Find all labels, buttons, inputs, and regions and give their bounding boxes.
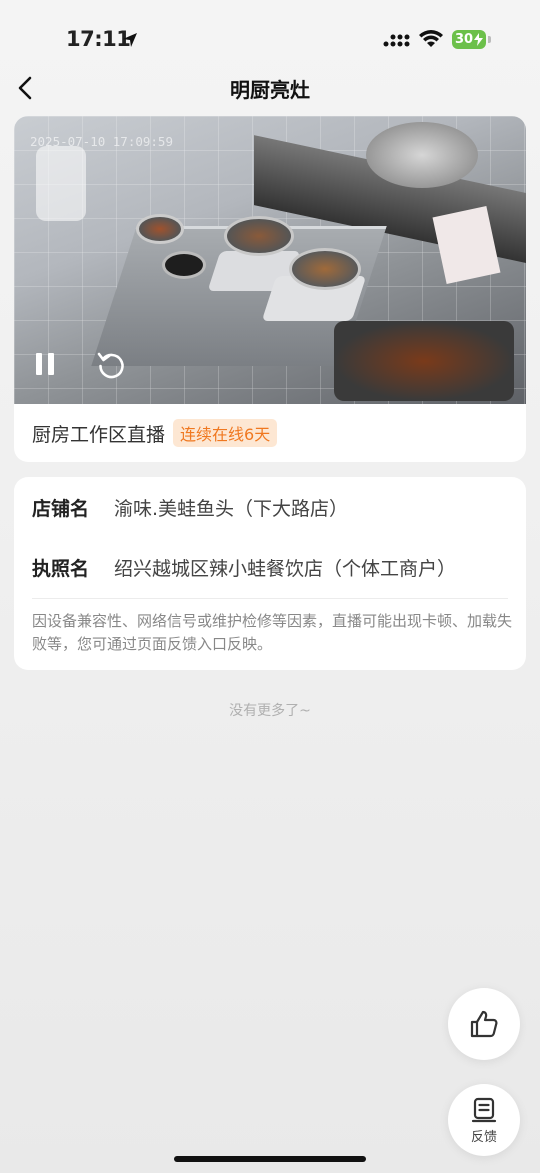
status-bar: 17:11 30 (0, 0, 540, 70)
video-scene-bags (36, 146, 86, 221)
store-name-row: 店铺名 渝味.美蛙鱼头（下大路店） (32, 492, 348, 522)
battery-level: 30 (455, 32, 474, 47)
video-scene-lid (366, 122, 478, 188)
notice-text: 因设备兼容性、网络信号或维护检修等因素，直播可能出现卡顿、加载失败等，您可通过页… (32, 612, 513, 653)
live-video-player[interactable]: 2025-07-10 17:09:59 (14, 116, 526, 404)
store-info-card: 店铺名 渝味.美蛙鱼头（下大路店） 执照名 绍兴越城区辣小蛙餐饮店（个体工商户）… (14, 477, 526, 670)
store-name-value: 渝味.美蛙鱼头（下大路店） (114, 497, 349, 520)
like-button[interactable] (448, 988, 520, 1060)
feedback-label: 反馈 (470, 1129, 497, 1145)
video-scene-tray (334, 321, 514, 401)
pause-icon[interactable] (34, 352, 56, 376)
home-indicator (174, 1156, 366, 1162)
nav-bar: 明厨亮灶 (0, 68, 540, 108)
license-name-row: 执照名 绍兴越城区辣小蛙餐饮店（个体工商户） (32, 552, 456, 582)
video-scene-bowl (162, 251, 206, 279)
live-video-card: 2025-07-10 17:09:59 厨房工作区直播 连续在线6天 (14, 116, 526, 462)
license-name-value: 绍兴越城区辣小蛙餐饮店（个体工商户） (114, 557, 457, 580)
divider (32, 598, 508, 599)
online-days-badge: 连续在线6天 (173, 419, 278, 447)
video-scene-bowl (136, 214, 184, 244)
no-more-text: 没有更多了~ (229, 703, 311, 719)
wifi-icon (419, 30, 443, 47)
cellular-signal-icon (383, 34, 410, 47)
location-arrow-icon (123, 33, 137, 47)
video-scene-wok (289, 248, 361, 290)
replay-icon[interactable] (96, 350, 126, 380)
battery-cap (488, 36, 491, 43)
thumbs-up-icon (470, 1010, 498, 1038)
store-name-key: 店铺名 (32, 497, 90, 520)
page-title: 明厨亮灶 (230, 78, 310, 102)
license-name-key: 执照名 (32, 557, 90, 580)
battery-indicator: 30 (452, 30, 486, 49)
video-timestamp: 2025-07-10 17:09:59 (30, 134, 173, 149)
feedback-icon (471, 1097, 497, 1122)
feedback-button[interactable]: 反馈 (448, 1084, 520, 1156)
video-scene-wok (224, 216, 294, 256)
live-info-row: 厨房工作区直播 连续在线6天 (32, 418, 278, 448)
charging-bolt-icon (474, 33, 484, 46)
live-label: 厨房工作区直播 (32, 423, 166, 446)
